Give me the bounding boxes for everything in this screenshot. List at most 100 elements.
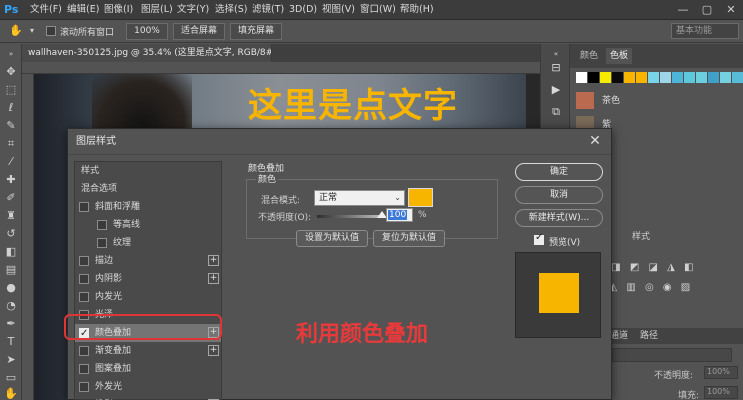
style-item[interactable]: 纹理: [75, 234, 221, 252]
menu-file[interactable]: 文件(F): [30, 3, 62, 17]
clone-stamp-tool-icon[interactable]: ♜: [3, 208, 19, 224]
lasso-tool-icon[interactable]: ℓ: [3, 100, 19, 116]
hand-tool-icon[interactable]: ✋: [3, 386, 19, 400]
swatch-chip[interactable]: [732, 72, 743, 83]
swatch-chip[interactable]: [696, 72, 707, 83]
healing-brush-tool-icon[interactable]: ✚: [3, 172, 19, 188]
layer-fill-field[interactable]: 100%: [704, 386, 738, 399]
style-item[interactable]: 渐变叠加 +: [75, 342, 221, 360]
fit-screen-button[interactable]: 适合屏幕: [173, 23, 225, 40]
close-icon[interactable]: ✕: [720, 0, 742, 20]
menu-edit[interactable]: 编辑(E): [67, 3, 99, 17]
tab-paths[interactable]: 路径: [640, 329, 658, 343]
add-effect-icon[interactable]: +: [208, 255, 219, 266]
style-item-checkbox[interactable]: [97, 220, 107, 230]
menu-3d[interactable]: 3D(D): [289, 3, 317, 17]
move-tool-icon[interactable]: ✥: [3, 64, 19, 80]
style-item[interactable]: 投影+: [75, 396, 221, 400]
maximize-icon[interactable]: ▢: [696, 0, 718, 20]
swatch-chip[interactable]: [708, 72, 719, 83]
swatch-chip[interactable]: [660, 72, 671, 83]
gradient-tool-icon[interactable]: ▤: [3, 262, 19, 278]
adjust-panel-icon[interactable]: ⧉: [548, 104, 564, 120]
type-tool-icon[interactable]: T: [3, 334, 19, 350]
scroll-all-windows-checkbox[interactable]: [46, 26, 56, 36]
eraser-tool-icon[interactable]: ◧: [3, 244, 19, 260]
swatch-chip[interactable]: [720, 72, 731, 83]
minimize-icon[interactable]: —: [672, 0, 694, 20]
style-item-checkbox[interactable]: [79, 382, 89, 392]
menu-type[interactable]: 文字(Y): [177, 3, 209, 17]
opacity-input[interactable]: 100: [386, 208, 413, 222]
tab-channels[interactable]: 通道: [610, 329, 628, 343]
actions-play-icon[interactable]: ▶: [548, 82, 564, 98]
overlay-color-swatch[interactable]: [408, 188, 433, 207]
blur-tool-icon[interactable]: ●: [3, 280, 19, 296]
menu-help[interactable]: 帮助(H): [400, 3, 434, 17]
style-item[interactable]: 描边 +: [75, 252, 221, 270]
style-item[interactable]: 等高线: [75, 216, 221, 234]
style-item-checkbox[interactable]: [79, 346, 89, 356]
history-panel-icon[interactable]: ⊟: [548, 60, 564, 76]
shape-tool-icon[interactable]: ▭: [3, 370, 19, 386]
hand-tool-icon[interactable]: ✋: [8, 23, 24, 39]
style-item-checkbox[interactable]: [97, 238, 107, 248]
opacity-slider-track[interactable]: [317, 215, 381, 218]
menu-filter[interactable]: 滤镜(T): [252, 3, 284, 17]
swatch-chip[interactable]: [636, 72, 647, 83]
menu-image[interactable]: 图像(I): [104, 3, 133, 17]
add-effect-icon[interactable]: +: [208, 345, 219, 356]
document-tab[interactable]: wallhaven-350125.jpg @ 35.4% (这里是点文字, RG…: [22, 44, 272, 62]
swatch-chip[interactable]: [648, 72, 659, 83]
quick-select-tool-icon[interactable]: ✎: [3, 118, 19, 134]
tool-preset-arrow-icon[interactable]: ▾: [24, 23, 40, 39]
dodge-tool-icon[interactable]: ◔: [3, 298, 19, 314]
brush-tool-icon[interactable]: ✐: [3, 190, 19, 206]
collapse-icon[interactable]: »: [3, 46, 19, 62]
swatch-chip[interactable]: [576, 72, 587, 83]
style-item[interactable]: 图案叠加: [75, 360, 221, 378]
style-item-checkbox[interactable]: [79, 364, 89, 374]
swatch-chip[interactable]: [684, 72, 695, 83]
history-brush-tool-icon[interactable]: ↺: [3, 226, 19, 242]
pen-tool-icon[interactable]: ✒: [3, 316, 19, 332]
set-default-button[interactable]: 设置为默认值: [296, 230, 368, 247]
blending-options-item[interactable]: 混合选项: [75, 180, 221, 198]
layer-opacity-field[interactable]: 100%: [704, 366, 738, 379]
zoom-100-button[interactable]: 100%: [126, 23, 168, 40]
tab-color[interactable]: 颜色: [576, 48, 602, 64]
style-item-checkbox[interactable]: [79, 274, 89, 284]
swatch-chip[interactable]: [672, 72, 683, 83]
dialog-close-icon[interactable]: ✕: [587, 133, 603, 149]
blend-mode-select[interactable]: 正常 ⌄: [314, 190, 405, 206]
menu-view[interactable]: 视图(V): [322, 3, 355, 17]
style-item-checkbox[interactable]: [79, 202, 89, 212]
add-effect-icon[interactable]: +: [208, 273, 219, 284]
cancel-button[interactable]: 取消: [515, 186, 603, 204]
swatch-list-item[interactable]: 茶色: [574, 90, 743, 110]
canvas-point-text[interactable]: 这里是点文字: [248, 78, 458, 127]
preview-checkbox[interactable]: [534, 232, 544, 245]
style-item[interactable]: 斜面和浮雕: [75, 198, 221, 216]
ok-button[interactable]: 确定: [515, 163, 603, 181]
new-style-button[interactable]: 新建样式(W)...: [515, 209, 603, 227]
style-item[interactable]: 内阴影 +: [75, 270, 221, 288]
layer-filter-field[interactable]: [612, 348, 732, 362]
marquee-tool-icon[interactable]: ⬚: [3, 82, 19, 98]
tab-swatches[interactable]: 色板: [606, 48, 633, 64]
swatch-chip[interactable]: [588, 72, 599, 83]
menu-window[interactable]: 窗口(W): [360, 3, 396, 17]
workspace-select[interactable]: 基本功能: [671, 23, 739, 39]
reset-default-button[interactable]: 复位为默认值: [373, 230, 445, 247]
style-item-checkbox[interactable]: [79, 256, 89, 266]
fill-screen-button[interactable]: 填充屏幕: [230, 23, 282, 40]
style-item[interactable]: 外发光: [75, 378, 221, 396]
menu-layer[interactable]: 图层(L): [141, 3, 173, 17]
path-select-tool-icon[interactable]: ➤: [3, 352, 19, 368]
eyedropper-tool-icon[interactable]: ⁄: [3, 154, 19, 170]
style-item-checkbox[interactable]: [79, 292, 89, 302]
tab-styles[interactable]: 样式: [632, 230, 650, 244]
swatch-chip[interactable]: [624, 72, 635, 83]
menu-select[interactable]: 选择(S): [215, 3, 247, 17]
swatch-chip[interactable]: [612, 72, 623, 83]
